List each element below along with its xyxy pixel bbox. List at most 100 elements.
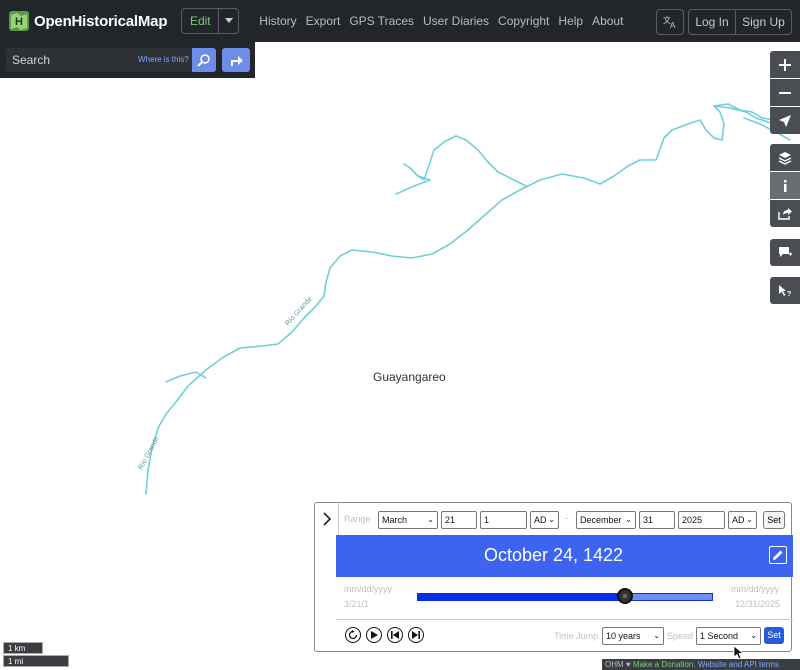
language-button[interactable]: 文 A bbox=[656, 9, 684, 35]
range-label: Range bbox=[344, 514, 371, 524]
nav-history[interactable]: History bbox=[259, 14, 296, 28]
start-date-value: 3/21/1 bbox=[344, 599, 370, 609]
reset-button[interactable] bbox=[345, 627, 361, 643]
chevron-down-icon: ⌄ bbox=[548, 515, 555, 524]
app-title: OpenHistoricalMap bbox=[34, 12, 168, 30]
pencil-icon bbox=[773, 550, 783, 560]
edit-button[interactable]: Edit bbox=[181, 8, 220, 34]
nav-user-diaries[interactable]: User Diaries bbox=[423, 14, 489, 28]
start-era-value: AD bbox=[534, 515, 547, 525]
edit-date-button[interactable] bbox=[769, 546, 787, 564]
river-north-stub bbox=[395, 175, 431, 195]
search-panel: Search Where is this? bbox=[0, 42, 255, 78]
search-input[interactable]: Search Where is this? bbox=[6, 48, 216, 72]
logo-icon: H bbox=[8, 10, 30, 32]
river-west-branch bbox=[165, 371, 207, 383]
edit-group: Edit bbox=[181, 8, 240, 34]
layers-button[interactable] bbox=[770, 144, 800, 171]
end-date-placeholder: mm/dd/yyyy bbox=[731, 584, 780, 594]
apply-button[interactable]: Set bbox=[764, 627, 784, 644]
logo[interactable]: H OpenHistoricalMap bbox=[8, 10, 167, 32]
geolocate-button[interactable] bbox=[770, 107, 800, 134]
current-date: October 24, 1422 bbox=[483, 545, 624, 565]
chevron-down-icon: ⌄ bbox=[427, 515, 434, 524]
attribution-bar: OHM ♥ Make a Donation. Website and API t… bbox=[602, 659, 800, 670]
chevron-down-icon: ⌄ bbox=[625, 515, 632, 524]
nav-export[interactable]: Export bbox=[306, 14, 341, 28]
time-jump-value: 10 years bbox=[606, 631, 641, 641]
nav-about[interactable]: About bbox=[592, 14, 623, 28]
start-era-select[interactable]: AD ⌄ bbox=[530, 511, 559, 529]
directions-icon bbox=[231, 56, 243, 66]
range-separator: - bbox=[565, 513, 568, 523]
end-year-input[interactable]: 2025 bbox=[678, 511, 725, 529]
start-date-placeholder: mm/dd/yyyy bbox=[344, 584, 393, 594]
scale-bar-km: 1 km bbox=[3, 642, 43, 654]
header-actions: 文 A Log In Sign Up bbox=[656, 9, 792, 35]
query-features-button[interactable]: ? bbox=[770, 277, 800, 304]
layers-icon bbox=[778, 151, 792, 165]
start-month-select[interactable]: March ⌄ bbox=[378, 511, 438, 529]
info-icon bbox=[784, 179, 787, 192]
svg-text:?: ? bbox=[787, 291, 791, 297]
start-day-input[interactable]: 21 bbox=[441, 511, 477, 529]
edit-dropdown-button[interactable] bbox=[219, 8, 240, 34]
end-month-select[interactable]: December ⌄ bbox=[576, 511, 636, 529]
svg-text:A: A bbox=[670, 21, 676, 29]
location-arrow-icon bbox=[779, 114, 791, 127]
play-button[interactable] bbox=[366, 627, 382, 643]
main-nav: History Export GPS Traces User Diaries C… bbox=[259, 14, 632, 28]
zoom-in-button[interactable] bbox=[770, 51, 800, 78]
chevron-down-icon: ⌄ bbox=[750, 631, 757, 640]
search-icon bbox=[197, 54, 210, 67]
cursor-question-icon: ? bbox=[779, 285, 791, 297]
nav-gps-traces[interactable]: GPS Traces bbox=[349, 14, 414, 28]
map-key-button[interactable] bbox=[770, 172, 800, 199]
time-jump-select[interactable]: 10 years ⌄ bbox=[602, 627, 664, 645]
share-icon bbox=[778, 208, 792, 220]
signup-button[interactable]: Sign Up bbox=[736, 9, 792, 35]
end-era-value: AD bbox=[732, 515, 745, 525]
nav-help[interactable]: Help bbox=[558, 14, 583, 28]
plus-icon bbox=[779, 58, 791, 71]
scale-bar-mi: 1 mi bbox=[3, 655, 69, 667]
chevron-down-icon: ⌄ bbox=[653, 631, 660, 640]
terms-link[interactable]: Website and API terms bbox=[698, 660, 779, 669]
attribution-separator: . bbox=[693, 660, 696, 669]
step-forward-button[interactable] bbox=[408, 627, 424, 643]
reset-icon bbox=[348, 630, 358, 640]
login-button[interactable]: Log In bbox=[688, 9, 736, 35]
donate-link[interactable]: Make a Donation bbox=[633, 660, 693, 669]
step-back-button[interactable] bbox=[387, 627, 403, 643]
top-navbar: H OpenHistoricalMap Edit History Export … bbox=[0, 0, 800, 42]
add-note-button[interactable] bbox=[770, 239, 800, 266]
where-is-this-link[interactable]: Where is this? bbox=[138, 55, 189, 64]
search-button[interactable] bbox=[192, 48, 216, 72]
attribution-prefix: OHM ♥ bbox=[605, 660, 631, 669]
collapse-toggle[interactable] bbox=[315, 503, 339, 535]
directions-button[interactable] bbox=[222, 48, 250, 72]
time-slider-panel: Range March ⌄ 21 1 AD ⌄ - December ⌄ 31 202… bbox=[314, 502, 793, 652]
range-set-button[interactable]: Set bbox=[763, 511, 785, 529]
end-day-input[interactable]: 31 bbox=[639, 511, 675, 529]
end-era-select[interactable]: AD ⌄ bbox=[728, 511, 757, 529]
zoom-out-button[interactable] bbox=[770, 79, 800, 106]
start-year-input[interactable]: 1 bbox=[480, 511, 527, 529]
river-main bbox=[145, 105, 800, 495]
time-slider-handle[interactable] bbox=[617, 588, 634, 604]
mouse-cursor-icon bbox=[733, 645, 744, 660]
speed-select[interactable]: 1 Second ⌄ bbox=[696, 627, 761, 645]
search-placeholder: Search bbox=[12, 53, 51, 67]
svg-text:H: H bbox=[15, 16, 23, 28]
controls-divider bbox=[336, 619, 793, 620]
skip-forward-icon bbox=[412, 631, 420, 639]
chevron-down-icon: ⌄ bbox=[746, 515, 753, 524]
play-icon bbox=[371, 631, 378, 639]
share-button[interactable] bbox=[770, 200, 800, 227]
end-date-value: 12/31/2025 bbox=[735, 599, 781, 609]
chevron-right-icon bbox=[322, 512, 331, 526]
time-slider-fill bbox=[417, 593, 626, 601]
nav-copyright[interactable]: Copyright bbox=[498, 14, 549, 28]
speed-value: 1 Second bbox=[700, 631, 739, 641]
caret-down-icon bbox=[224, 18, 233, 23]
